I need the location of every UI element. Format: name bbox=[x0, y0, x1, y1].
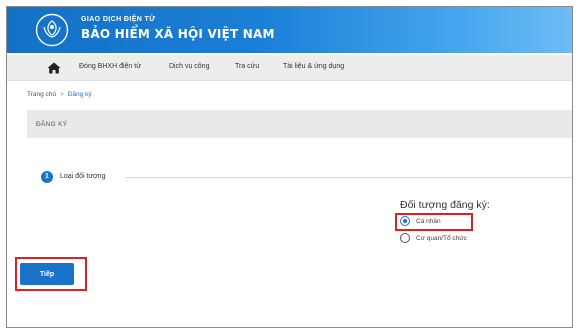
registration-type-title: Đối tượng đăng ký: bbox=[400, 199, 490, 211]
next-button[interactable]: Tiếp bbox=[20, 263, 74, 285]
vss-emblem-icon bbox=[35, 13, 69, 47]
breadcrumb: Trang chủ > Đăng ký bbox=[27, 91, 92, 98]
radio-option-co-quan[interactable]: Cơ quan/Tổ chức bbox=[400, 233, 467, 243]
main-nav: Đóng BHXH điện tử Dịch vụ công Tra cứu T… bbox=[7, 55, 572, 81]
page-title-bar: ĐĂNG KÝ bbox=[27, 110, 572, 138]
step-number-badge: 1 bbox=[41, 171, 53, 183]
breadcrumb-current[interactable]: Đăng ký bbox=[68, 91, 92, 98]
brand-subtitle: GIAO DỊCH ĐIỆN TỬ bbox=[81, 16, 156, 23]
radio-option-ca-nhan[interactable]: Cá nhân bbox=[400, 216, 441, 226]
radio-label-ca-nhan: Cá nhân bbox=[416, 217, 441, 225]
home-icon[interactable] bbox=[47, 62, 61, 74]
nav-item-tra-cuu[interactable]: Tra cứu bbox=[235, 63, 259, 70]
step-label: Loại đối tượng bbox=[60, 173, 106, 180]
nav-item-tai-lieu[interactable]: Tài liệu & ứng dụng bbox=[283, 63, 344, 70]
radio-button-co-quan[interactable] bbox=[400, 233, 410, 243]
radio-button-ca-nhan[interactable] bbox=[400, 216, 410, 226]
radio-label-co-quan: Cơ quan/Tổ chức bbox=[416, 234, 467, 242]
page-frame: GIAO DỊCH ĐIỆN TỬ BẢO HIỂM XÃ HỘI VIỆT N… bbox=[6, 6, 573, 328]
nav-item-dich-vu-cong[interactable]: Dịch vụ công bbox=[169, 63, 209, 70]
header-banner: GIAO DỊCH ĐIỆN TỬ BẢO HIỂM XÃ HỘI VIỆT N… bbox=[7, 7, 572, 53]
breadcrumb-home[interactable]: Trang chủ bbox=[27, 91, 56, 98]
breadcrumb-separator: > bbox=[60, 91, 64, 98]
nav-item-dong-bhxh[interactable]: Đóng BHXH điện tử bbox=[79, 63, 141, 70]
brand-title: BẢO HIỂM XÃ HỘI VIỆT NAM bbox=[81, 27, 275, 41]
page-title: ĐĂNG KÝ bbox=[36, 121, 68, 128]
step-divider bbox=[125, 177, 572, 178]
